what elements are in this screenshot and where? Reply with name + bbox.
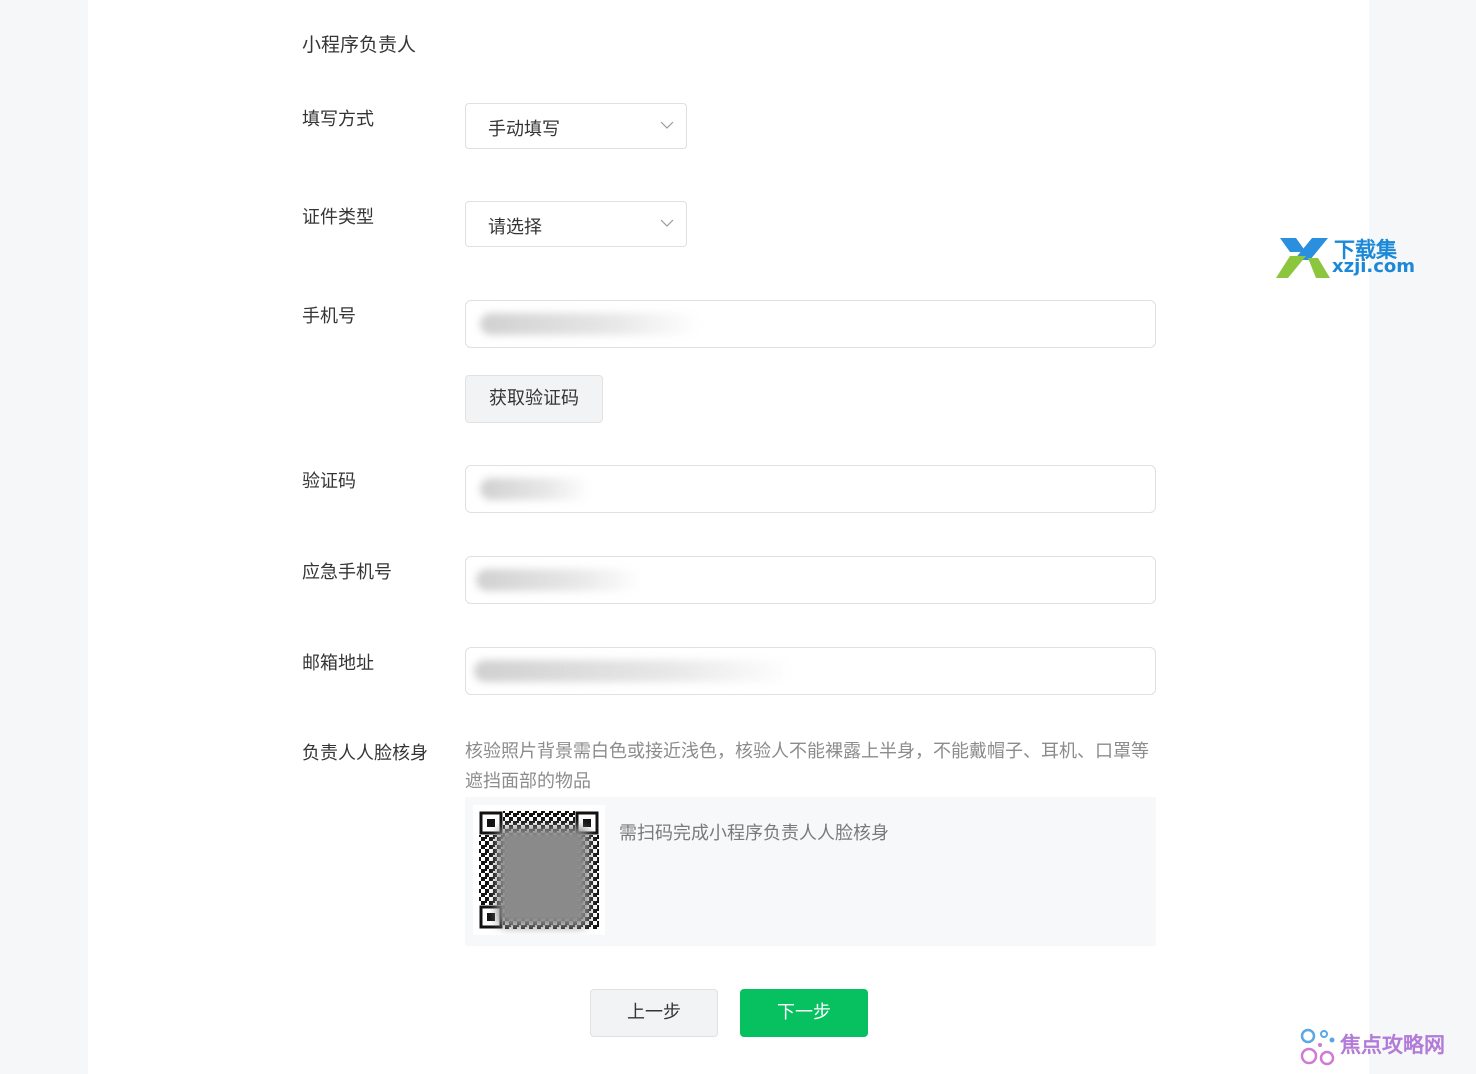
redacted-value [480, 313, 700, 335]
qr-caption: 需扫码完成小程序负责人人脸核身 [619, 823, 889, 844]
xzji-logo-icon [1276, 238, 1330, 278]
id-type-select[interactable]: 请选择 [465, 201, 687, 247]
id-type-value: 请选择 [488, 217, 542, 238]
redacted-value [476, 569, 641, 591]
watermark-jiaodian-name: 焦点攻略网 [1340, 1033, 1445, 1057]
id-type-label: 证件类型 [302, 207, 374, 228]
qr-panel: 需扫码完成小程序负责人人脸核身 [465, 797, 1156, 946]
fill-method-select[interactable]: 手动填写 [465, 103, 687, 149]
email-input[interactable] [465, 647, 1156, 695]
face-verify-hint: 核验照片背景需白色或接近浅色，核验人不能裸露上半身，不能戴帽子、耳机、口罩等遮挡… [465, 741, 1149, 792]
watermark-xzji: 下载集 xzji.com [1274, 234, 1419, 282]
next-button[interactable]: 下一步 [740, 989, 868, 1037]
email-label: 邮箱地址 [302, 653, 374, 674]
qr-code-graphic [479, 811, 599, 929]
redacted-value [474, 660, 794, 682]
emergency-phone-label: 应急手机号 [302, 562, 392, 583]
face-verify-label: 负责人人脸核身 [302, 743, 428, 764]
fill-method-value: 手动填写 [488, 119, 560, 140]
jiaodian-logo-icon [1300, 1028, 1335, 1066]
verify-code-label: 验证码 [302, 471, 356, 492]
get-code-button[interactable]: 获取验证码 [465, 375, 603, 423]
watermark-jiaodian: 焦点攻略网 [1300, 1028, 1460, 1068]
prev-button[interactable]: 上一步 [590, 989, 718, 1037]
phone-input[interactable] [465, 300, 1156, 348]
fill-method-label: 填写方式 [302, 109, 374, 130]
emergency-phone-input[interactable] [465, 556, 1156, 604]
redacted-value [480, 478, 590, 500]
chevron-down-icon [660, 121, 674, 129]
chevron-down-icon [660, 219, 674, 227]
watermark-xzji-url: xzji.com [1332, 256, 1416, 277]
verify-code-input[interactable] [465, 465, 1156, 513]
phone-label: 手机号 [302, 306, 356, 327]
section-title: 小程序负责人 [302, 34, 417, 56]
qr-code-icon[interactable] [473, 805, 605, 935]
